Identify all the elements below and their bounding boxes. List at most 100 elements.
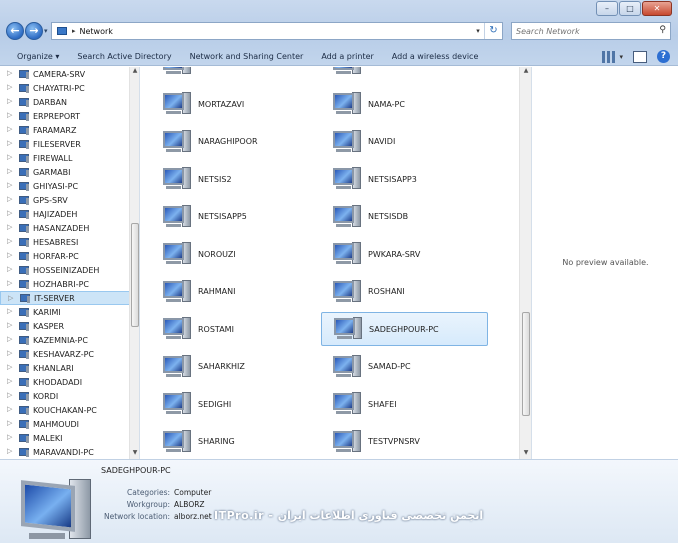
sidebar-item[interactable]: ▷ GHIYASI-PC	[0, 179, 139, 193]
computer-item-partial[interactable]	[321, 67, 368, 81]
expand-arrow-icon[interactable]: ▷	[7, 265, 12, 273]
navigation-scrollbar[interactable]: ▲ ▼	[129, 67, 139, 459]
expand-arrow-icon[interactable]: ▷	[7, 195, 12, 203]
computer-item[interactable]: RAHMANI	[151, 275, 318, 309]
sidebar-item[interactable]: ▷ HOSSEINIZADEH	[0, 263, 139, 277]
expand-arrow-icon[interactable]: ▷	[7, 391, 12, 399]
search-box[interactable]: ⚲	[511, 22, 671, 40]
expand-arrow-icon[interactable]: ▷	[7, 433, 12, 441]
sidebar-item[interactable]: ▷ CAMERA-SRV	[0, 67, 139, 81]
expand-arrow-icon[interactable]: ▷	[7, 363, 12, 371]
expand-arrow-icon[interactable]: ▷	[7, 279, 12, 287]
sidebar-item[interactable]: ▷ ERPREPORT	[0, 109, 139, 123]
computer-item[interactable]: MORTAZAVI	[151, 87, 318, 121]
expand-arrow-icon[interactable]: ▷	[7, 237, 12, 245]
expand-arrow-icon[interactable]: ▷	[7, 405, 12, 413]
scroll-down-arrow-icon[interactable]: ▼	[130, 449, 140, 459]
sidebar-item[interactable]: ▷ HESABRESI	[0, 235, 139, 249]
search-icon[interactable]: ⚲	[659, 25, 666, 35]
expand-arrow-icon[interactable]: ▷	[7, 167, 12, 175]
forward-button[interactable]: →	[25, 22, 43, 40]
computer-item[interactable]: NETSISDB	[321, 200, 488, 234]
expand-arrow-icon[interactable]: ▷	[7, 419, 12, 427]
computer-item[interactable]: NARAGHIPOOR	[151, 125, 318, 159]
computer-item[interactable]: SAHARKHIZ	[151, 350, 318, 384]
computer-item[interactable]: NETSIS2	[151, 162, 318, 196]
sidebar-item[interactable]: ▷ MARAVANDI-PC	[0, 445, 139, 459]
sidebar-item[interactable]: ▷ HAJIZADEH	[0, 207, 139, 221]
add-wireless-device-button[interactable]: Add a wireless device	[392, 52, 479, 61]
expand-arrow-icon[interactable]: ▷	[7, 377, 12, 385]
address-dropdown-icon[interactable]: ▾	[472, 27, 484, 35]
recent-pages-dropdown[interactable]: ▾	[44, 27, 48, 35]
navigation-scroll-thumb[interactable]	[131, 223, 139, 327]
computer-item[interactable]: SHARING	[151, 425, 318, 459]
sidebar-item[interactable]: ▷ KESHAVARZ-PC	[0, 347, 139, 361]
search-input[interactable]	[512, 23, 652, 39]
computer-item[interactable]: NOROUZI	[151, 237, 318, 271]
sidebar-item[interactable]: ▷ FARAMARZ	[0, 123, 139, 137]
sidebar-item[interactable]: ▷ KAZEMNIA-PC	[0, 333, 139, 347]
sidebar-item[interactable]: ▷ FIREWALL	[0, 151, 139, 165]
sidebar-item[interactable]: ▷ GARMABI	[0, 165, 139, 179]
sidebar-item[interactable]: ▷ FILESERVER	[0, 137, 139, 151]
computer-item[interactable]: SADEGHPOUR-PC	[321, 312, 488, 346]
content-scrollbar[interactable]: ▲ ▼	[519, 67, 531, 459]
sidebar-item[interactable]: ▷ KORDI	[0, 389, 139, 403]
breadcrumb-chevron-icon[interactable]: ▸	[72, 27, 76, 35]
sidebar-item[interactable]: ▷ GPS-SRV	[0, 193, 139, 207]
sidebar-item[interactable]: ▷ DARBAN	[0, 95, 139, 109]
expand-arrow-icon[interactable]: ▷	[7, 321, 12, 329]
computer-item[interactable]: SAMAD-PC	[321, 350, 488, 384]
sidebar-item[interactable]: ▷ KHANLARI	[0, 361, 139, 375]
expand-arrow-icon[interactable]: ▷	[7, 335, 12, 343]
computer-item-partial[interactable]	[151, 67, 198, 81]
expand-arrow-icon[interactable]: ▷	[7, 307, 12, 315]
expand-arrow-icon[interactable]: ▷	[7, 83, 12, 91]
sidebar-item[interactable]: ▷ KHODADADI	[0, 375, 139, 389]
expand-arrow-icon[interactable]: ▷	[7, 349, 12, 357]
network-sharing-center-button[interactable]: Network and Sharing Center	[190, 52, 304, 61]
back-button[interactable]: ←	[6, 22, 24, 40]
address-bar[interactable]: ▸ Network ▾ ↻	[51, 22, 503, 40]
add-printer-button[interactable]: Add a printer	[321, 52, 373, 61]
computer-item[interactable]: ROSHANI	[321, 275, 488, 309]
computer-item[interactable]: NAMA-PC	[321, 87, 488, 121]
organize-button[interactable]: Organize ▾	[17, 52, 59, 61]
sidebar-item[interactable]: ▷ HORFAR-PC	[0, 249, 139, 263]
sidebar-item[interactable]: ▷ KOUCHAKAN-PC	[0, 403, 139, 417]
close-button[interactable]: ✕	[642, 1, 672, 16]
expand-arrow-icon[interactable]: ▷	[7, 209, 12, 217]
expand-arrow-icon[interactable]: ▷	[7, 69, 12, 77]
computer-item[interactable]: TESTVPNSRV	[321, 425, 488, 459]
refresh-icon[interactable]: ↻	[484, 23, 502, 39]
expand-arrow-icon[interactable]: ▷	[7, 153, 12, 161]
sidebar-item[interactable]: ▷ KARIMI	[0, 305, 139, 319]
expand-arrow-icon[interactable]: ▷	[7, 251, 12, 259]
scroll-up-arrow-icon[interactable]: ▲	[130, 67, 140, 77]
sidebar-item[interactable]: ▷ HOZHABRI-PC	[0, 277, 139, 291]
expand-arrow-icon[interactable]: ▷	[7, 125, 12, 133]
computer-item[interactable]: PWKARA-SRV	[321, 237, 488, 271]
computer-item[interactable]: SHAFEI	[321, 387, 488, 421]
minimize-button[interactable]: –	[596, 1, 618, 16]
expand-arrow-icon[interactable]: ▷	[7, 223, 12, 231]
search-active-directory-button[interactable]: Search Active Directory	[77, 52, 171, 61]
view-options-dropdown-icon[interactable]: ▾	[619, 53, 623, 61]
breadcrumb-network[interactable]: Network	[80, 27, 113, 36]
computer-item[interactable]: ROSTAMI	[151, 312, 318, 346]
help-icon[interactable]: ?	[657, 50, 670, 63]
computer-item[interactable]: NETSISAPP3	[321, 162, 488, 196]
expand-arrow-icon[interactable]: ▷	[7, 97, 12, 105]
sidebar-item[interactable]: ▷ MAHMOUDI	[0, 417, 139, 431]
content-scroll-thumb[interactable]	[522, 312, 530, 416]
maximize-button[interactable]: □	[619, 1, 641, 16]
computer-item[interactable]: SEDIGHI	[151, 387, 318, 421]
sidebar-item[interactable]: ▷ IT-SERVER	[0, 291, 139, 305]
sidebar-item[interactable]: ▷ MALEKI	[0, 431, 139, 445]
expand-arrow-icon[interactable]: ▷	[7, 111, 12, 119]
expand-arrow-icon[interactable]: ▷	[7, 139, 12, 147]
change-view-icon[interactable]	[602, 50, 617, 63]
preview-pane-icon[interactable]	[633, 50, 647, 63]
computer-item[interactable]: NETSISAPP5	[151, 200, 318, 234]
